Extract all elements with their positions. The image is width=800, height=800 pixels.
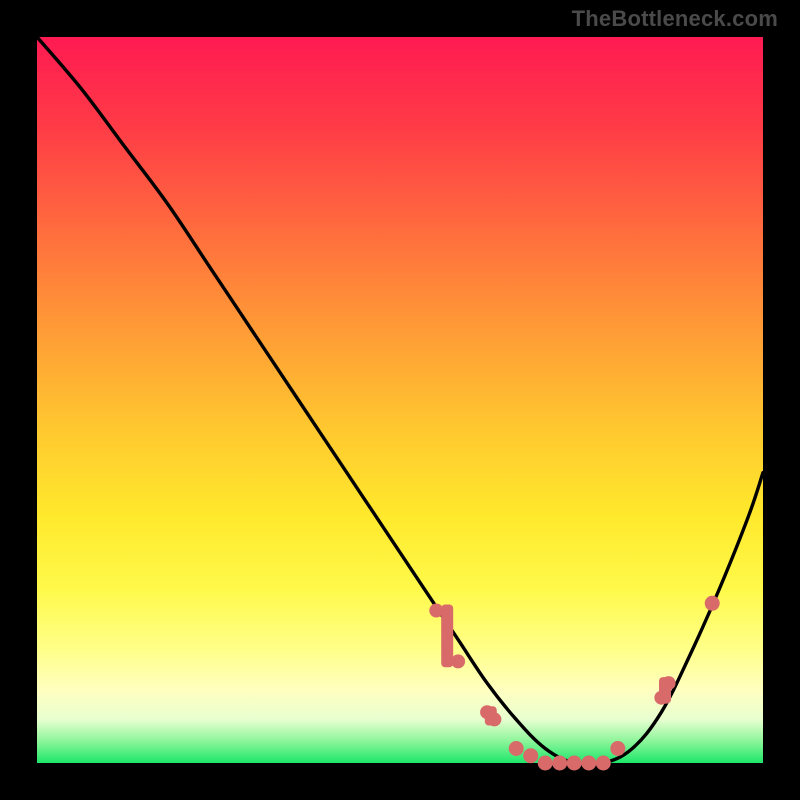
bottleneck-curve [37, 37, 763, 765]
marker-dot [429, 604, 443, 618]
marker-cluster [441, 605, 453, 668]
marker-dot [567, 756, 582, 771]
marker-dot [610, 741, 625, 756]
marker-dot [596, 756, 611, 771]
marker-dot [552, 756, 567, 771]
watermark-text: TheBottleneck.com [572, 6, 778, 32]
marker-dot [523, 748, 538, 763]
marker-dot [509, 741, 524, 756]
marker-dot [538, 756, 553, 771]
marker-dot [451, 654, 465, 668]
marker-dot [705, 596, 720, 611]
marker-dot [487, 712, 501, 726]
marker-dot [581, 756, 596, 771]
plot-area [37, 37, 763, 763]
marker-dot [654, 691, 668, 705]
chart-frame: TheBottleneck.com [0, 0, 800, 800]
marker-dot [662, 676, 676, 690]
curve-svg [37, 37, 763, 763]
